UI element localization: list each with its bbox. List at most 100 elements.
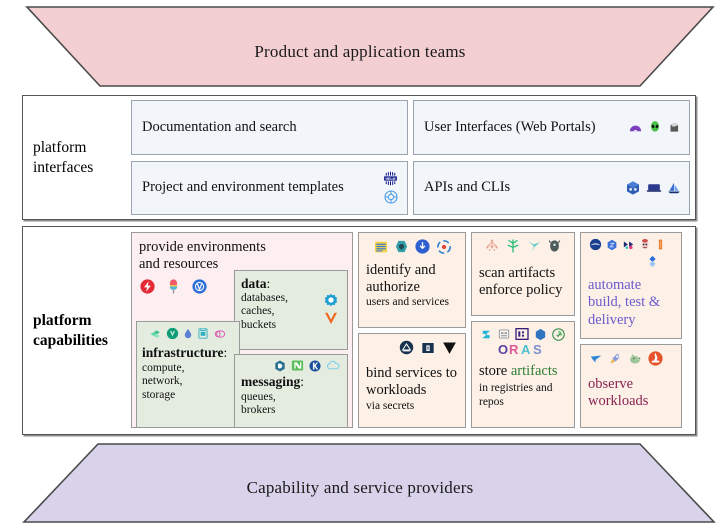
- automate-icons: [588, 237, 674, 252]
- humanitec-icon: [165, 278, 182, 295]
- interface-box-templates-label: Project and environment templates: [142, 179, 344, 196]
- service-providers-label: Capability and service providers: [246, 478, 474, 497]
- platform-interfaces-label-line1: platform: [33, 139, 87, 157]
- templates-icons: HELM: [382, 170, 399, 205]
- interfaces-right-column: User Interfaces (Web Portals) APIs and C…: [413, 100, 690, 215]
- percona-gear-icon: [321, 291, 341, 311]
- oras-icon-wrap: O R A S: [479, 340, 567, 358]
- terraform-drop-icon: [182, 326, 194, 341]
- jenkins-icon: [638, 237, 652, 252]
- helm-icon: HELM: [382, 170, 399, 187]
- alien-icon: [648, 120, 662, 134]
- interface-box-documentation-label: Documentation and search: [142, 118, 297, 135]
- backstage-icon: [628, 120, 643, 135]
- capabilities-column-delivery: automate build, test & delivery observe …: [580, 232, 682, 428]
- capability-infrastructure[interactable]: infrastructure: compute, network, storag…: [136, 321, 240, 427]
- svg-text:O: O: [498, 342, 508, 357]
- service-providers-band: Capability and service providers: [0, 440, 720, 528]
- interface-box-documentation[interactable]: Documentation and search: [131, 100, 408, 155]
- trivy-icon: [547, 238, 562, 254]
- identify-title: identify and authorize: [366, 262, 436, 295]
- platform-interfaces-label: platform interfaces: [23, 96, 131, 219]
- infrastructure-title: infrastructure:: [142, 345, 234, 361]
- cloud-events-icon: [325, 359, 341, 372]
- crossplane-icon: [139, 278, 156, 295]
- keycloak-icon: [394, 239, 409, 254]
- capability-identify-authorize[interactable]: identify and authorize users and service…: [358, 232, 466, 328]
- kyverno-icon: [505, 238, 521, 254]
- kafka-icon: [308, 359, 322, 373]
- prometheus-flame-icon: [647, 350, 664, 367]
- argo-icon: [588, 237, 603, 252]
- platform-interfaces-label-line2: interfaces: [33, 158, 94, 176]
- cli-sail-icon: [667, 180, 681, 196]
- capability-observe-workloads[interactable]: observe workloads: [580, 344, 682, 428]
- store-title: store artifacts: [479, 363, 567, 380]
- scan-title-line2: enforce policy: [479, 282, 563, 299]
- product-teams-label: Product and application teams: [254, 42, 466, 61]
- oidc-icon: [414, 238, 431, 255]
- svg-text:R: R: [509, 342, 519, 357]
- platform-capabilities-body: provide environments and resources data:…: [131, 227, 695, 434]
- kubernetes-cube-icon: [625, 180, 641, 196]
- svg-text:S: S: [533, 342, 542, 357]
- user-interfaces-icons: [628, 120, 681, 135]
- capability-store-artifacts[interactable]: O R A S store artifacts in registries an…: [471, 321, 575, 428]
- data-title-bold: data: [241, 276, 267, 291]
- apis-clis-icons: [625, 180, 681, 196]
- infrastructure-sub-text: compute, network, storage: [142, 361, 185, 401]
- tekton-icon: [621, 238, 636, 252]
- zot-icon: [479, 327, 494, 342]
- opa-icon: [484, 238, 500, 254]
- falco-icon: [526, 238, 542, 254]
- messaging-icons: [241, 358, 341, 373]
- gitlab-icon: [654, 237, 667, 252]
- capability-messaging[interactable]: messaging: queues, brokers: [234, 354, 348, 427]
- scan-title: scan artifacts enforce policy: [479, 265, 567, 300]
- data-sub-text: databases, caches, buckets: [241, 291, 288, 331]
- capability-automate-delivery[interactable]: automate build, test & delivery: [580, 232, 682, 339]
- interface-box-user-interfaces[interactable]: User Interfaces (Web Portals): [413, 100, 690, 155]
- store-title-green: artifacts: [510, 363, 558, 379]
- platform-capabilities-label-line2: capabilities: [33, 331, 108, 349]
- kubevela-icon: [191, 278, 208, 295]
- harbor-icon: [497, 327, 511, 341]
- scan-icons: [479, 238, 567, 254]
- infrastructure-title-rest: :: [223, 345, 228, 360]
- spiffe-icon: [373, 239, 389, 255]
- scan-title-line1: scan artifacts: [479, 265, 556, 281]
- data-icons: [321, 291, 341, 327]
- infrastructure-title-bold: infrastructure: [142, 345, 224, 360]
- pulumi-icon: [196, 326, 210, 341]
- bind-title: bind services to workloads: [366, 365, 458, 398]
- nats-icon: [290, 358, 305, 373]
- sealed-secrets-icon: [420, 340, 436, 356]
- messaging-sub-text: queues, brokers: [241, 390, 276, 417]
- grafana-pig-icon: [627, 351, 643, 366]
- interface-box-apis-clis[interactable]: APIs and CLIs: [413, 160, 690, 215]
- capability-provide-environments[interactable]: provide environments and resources data:…: [131, 232, 353, 428]
- provide-environments-title: provide environments and resources: [139, 239, 266, 273]
- store-title-black: store: [479, 363, 511, 379]
- capability-scan-enforce[interactable]: scan artifacts enforce policy: [471, 232, 575, 316]
- identify-icons: [366, 238, 458, 255]
- messaging-title: messaging:: [241, 374, 341, 390]
- capability-bind-services[interactable]: bind services to workloads via secrets: [358, 333, 466, 428]
- interface-box-templates[interactable]: Project and environment templates HELM: [131, 160, 408, 215]
- platform-capabilities-label: platform capabilities: [23, 227, 131, 434]
- capabilities-column-identity: identify and authorize users and service…: [358, 232, 466, 428]
- bind-sub: via secrets: [366, 400, 415, 413]
- identify-sub: users and services: [366, 296, 450, 309]
- messaging-sub: queues, brokers: [241, 391, 301, 418]
- platform-interfaces-body: Documentation and search Project and env…: [131, 96, 695, 219]
- bind-icons: [366, 339, 458, 356]
- jaeger-icon: [588, 352, 604, 366]
- vault-icon: [441, 339, 458, 356]
- interfaces-left-column: Documentation and search Project and env…: [131, 100, 408, 215]
- oras-icon: O R A S: [497, 342, 549, 357]
- spinnaker-icon: [645, 254, 660, 269]
- data-title-rest: :: [266, 276, 271, 291]
- data-title: data:: [241, 276, 341, 292]
- product-teams-band: Product and application teams: [0, 4, 720, 90]
- capability-data[interactable]: data: databases, caches, buckets: [234, 270, 348, 350]
